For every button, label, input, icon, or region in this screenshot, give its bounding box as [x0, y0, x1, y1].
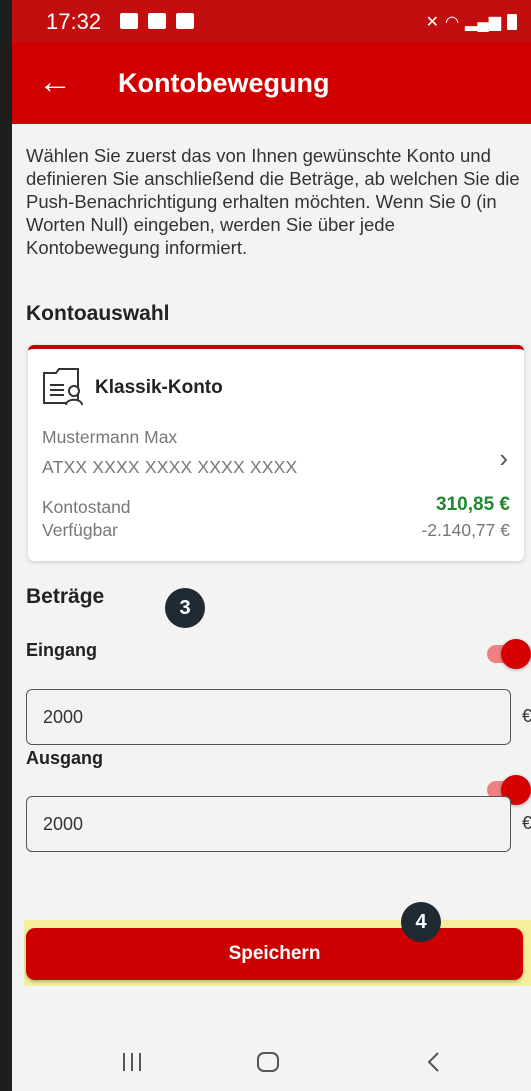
- chevron-right-icon: ›: [499, 443, 508, 473]
- account-name: Klassik-Konto: [95, 377, 223, 398]
- incoming-unit: €: [522, 706, 531, 726]
- step-badge-3: 3: [165, 588, 205, 628]
- arrow-left-icon[interactable]: ←: [38, 62, 72, 102]
- amounts-section-title: Beträge: [26, 585, 105, 608]
- available-label: Verfügbar: [42, 520, 118, 540]
- gallery-notification-icon: [120, 13, 138, 29]
- system-icons: ✕ ◠ ▂▄▆: [426, 12, 517, 32]
- account-section-title: Kontoauswahl: [26, 302, 170, 325]
- status-bar: 17:32 ✕ ◠ ▂▄▆: [12, 0, 531, 42]
- save-button[interactable]: Speichern: [26, 928, 523, 980]
- mute-icon: ✕: [425, 14, 440, 31]
- signal-icon: ▂▄▆: [465, 14, 501, 31]
- account-holder: Mustermann Max: [42, 427, 178, 447]
- check-notification-icon: [176, 13, 194, 29]
- available-value: -2.140,77 €: [421, 520, 510, 540]
- notification-icons: [120, 13, 194, 29]
- incoming-amount-input[interactable]: [26, 689, 511, 745]
- back-icon[interactable]: [424, 1049, 444, 1075]
- calendar-notification-icon: [148, 13, 166, 29]
- outgoing-unit: €: [522, 813, 531, 833]
- intro-text: Wählen Sie zuerst das von Ihnen gewünsch…: [26, 145, 520, 258]
- status-time: 17:32: [46, 9, 102, 34]
- battery-icon: [507, 14, 517, 30]
- account-card[interactable]: Klassik-Konto Mustermann Max ATXX XXXX X…: [28, 345, 524, 561]
- account-document-icon: [43, 368, 83, 406]
- outgoing-label: Ausgang: [26, 748, 104, 768]
- incoming-toggle[interactable]: [487, 639, 531, 669]
- toggle-thumb: [501, 639, 531, 669]
- phone-screen: 17:32 ✕ ◠ ▂▄▆ ← Kontobewegung Wählen Sie…: [12, 0, 531, 1091]
- account-iban: ATXX XXXX XXXX XXXX XXXX: [42, 457, 298, 477]
- page-title: Kontobewegung: [118, 68, 330, 98]
- balance-label: Kontostand: [42, 497, 131, 517]
- wifi-icon: ◠: [445, 14, 460, 31]
- app-bar: ← Kontobewegung: [12, 42, 531, 124]
- recent-apps-icon[interactable]: [120, 1049, 144, 1075]
- system-nav-bar: [12, 1035, 531, 1091]
- outgoing-amount-input[interactable]: [26, 796, 511, 852]
- step-badge-4: 4: [401, 902, 441, 942]
- incoming-label: Eingang: [26, 640, 97, 660]
- balance-value: 310,85 €: [436, 494, 510, 515]
- home-icon[interactable]: [255, 1049, 281, 1075]
